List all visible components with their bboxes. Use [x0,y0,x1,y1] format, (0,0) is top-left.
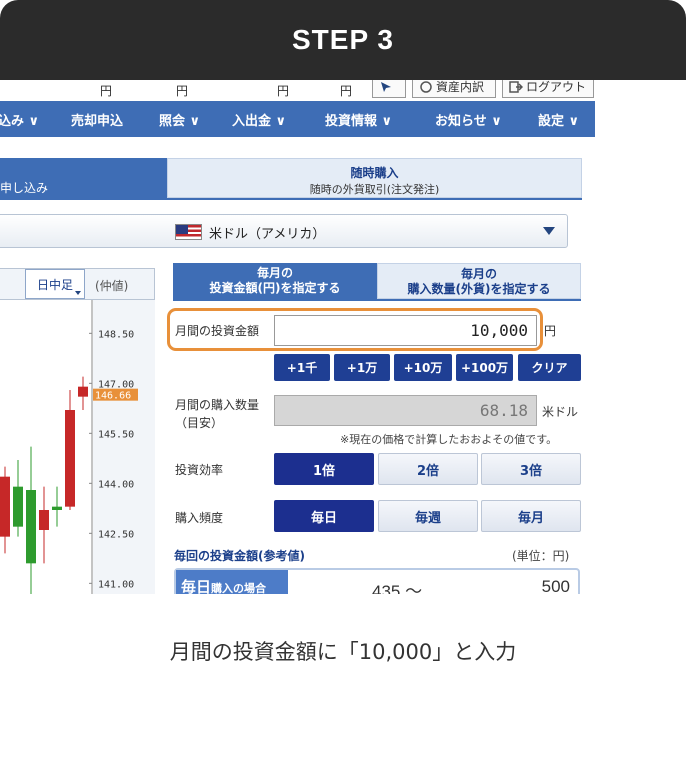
reference-box: 毎日購入の場合 435 〜 500 [174,568,580,594]
chart-plot-bg [0,300,92,594]
chevron-down-icon [75,291,81,295]
chart-tick-label: 144.00 [98,479,134,490]
candle-body [65,410,75,507]
tab-amount-foreign[interactable]: 毎月の 購入数量(外貨)を指定する [377,263,581,299]
reference-label: 毎日購入の場合 [176,570,288,594]
add-10k-button[interactable]: +1万 [334,354,390,381]
chart-tick-label: 141.00 [98,579,134,590]
cursor-icon [381,81,391,92]
candle-body [0,476,10,537]
chevron-down-icon [543,227,555,235]
qty-label: 月間の購入数量 [175,398,260,412]
asset-breakdown-label: 資産内訳 [436,80,485,94]
tab-amount-foreign-line1: 毎月の [460,267,497,281]
price-chart: 148.50147.00145.50144.00142.50141.00146.… [0,300,155,594]
amount-unit: 円 [544,324,557,338]
frequency-monthly-button[interactable]: 毎月 [481,500,581,532]
chart-tick-label: 148.50 [98,329,134,340]
efficiency-label: 投資効率 [175,463,224,477]
chart-header: 日中足 (仲値) [0,268,155,300]
frequency-daily-button[interactable]: 毎日 [274,500,374,532]
reference-title: 毎回の投資金額(参考値) [174,549,305,563]
tab-spot-subtitle: 随時の外貨取引(注文発注) [309,183,440,196]
candle-body [52,506,62,510]
arrow-menu-button[interactable] [372,80,406,98]
chart-axis-bg [93,300,155,594]
currency-select[interactable]: 米ドル（アメリカ） [0,214,568,248]
reference-label-main: 毎日 [181,578,212,594]
candle-body [78,386,88,397]
efficiency-1x-button[interactable]: 1倍 [274,453,374,485]
monthly-amount-input[interactable]: 10,000 [274,315,537,346]
tab-amount-yen-line2: 投資金額(円)を指定する [209,281,341,295]
chart-tick-label: 145.50 [98,429,134,440]
candle-body [39,510,49,530]
logout-button[interactable]: ログアウト [502,80,594,98]
chart-period-label: 日中足 [36,277,73,292]
estimate-note: ※現在の価格で計算したおおよその値です。 [340,433,558,446]
chart-tick-label: 142.50 [98,529,134,540]
yen-label: 円 [277,84,290,98]
frequency-weekly-button[interactable]: 毎週 [378,500,478,532]
tab-amount-yen-line1: 毎月の [256,266,293,280]
amount-tab-underline [173,299,581,301]
step-header: STEP 3 [0,0,686,80]
caption: 月間の投資金額に「10,000」と入力 [169,640,517,664]
add-1k-button[interactable]: +1千 [274,354,330,381]
asset-icon [420,80,432,93]
main-nav: 込み ∨ 売却申込 照会 ∨ 入出金 ∨ 投資情報 ∨ お知らせ ∨ 設定 ∨ [0,101,595,137]
logout-icon [509,80,523,93]
chart-period-select[interactable]: 日中足 [25,269,85,299]
order-tabs: 申し込み 随時購入 随時の外貨取引(注文発注) [0,158,582,198]
nav-item-investment-info[interactable]: 投資情報 ∨ [325,101,392,137]
yen-label: 円 [100,84,113,98]
tab-underline [0,198,582,200]
clear-button[interactable]: クリア [518,354,581,381]
efficiency-3x-button[interactable]: 3倍 [481,453,581,485]
nav-item-settings[interactable]: 設定 ∨ [538,101,579,137]
reference-label-sub: 購入の場合 [211,582,267,594]
logout-label: ログアウト [526,80,587,94]
asset-breakdown-button[interactable]: 資産内訳 [412,80,496,98]
nav-item-apply[interactable]: 込み ∨ [0,101,39,137]
nav-item-sell[interactable]: 売却申込 [71,101,123,137]
candle-body [26,490,36,564]
nav-item-deposit[interactable]: 入出金 ∨ [232,101,286,137]
qty-sublabel: （目安） [175,416,224,430]
nav-item-notices[interactable]: お知らせ ∨ [435,101,502,137]
tab-amount-yen[interactable]: 毎月の 投資金額(円)を指定する [173,263,377,299]
chart-mid-label: (仲値) [95,279,129,293]
add-1m-button[interactable]: +100万 [456,354,513,381]
screenshot-area: 円 円 円 円 資産内訳 ログアウト 込み ∨ 売却申込 照会 ∨ 入出金 ∨ … [0,80,686,594]
amount-mode-tabs: 毎月の 投資金額(円)を指定する 毎月の 購入数量(外貨)を指定する [173,263,581,299]
currency-label: 米ドル（アメリカ） [209,227,326,242]
tab-spot-purchase[interactable]: 随時購入 随時の外貨取引(注文発注) [167,158,582,198]
add-100k-button[interactable]: +10万 [394,354,452,381]
tab-apply[interactable]: 申し込み [0,158,167,198]
yen-label: 円 [340,84,353,98]
us-flag-icon [175,224,202,240]
reference-min: 435 〜 [372,582,423,594]
yen-label: 円 [176,84,189,98]
reference-max: 500 [541,577,570,594]
frequency-label: 購入頻度 [175,511,224,525]
qty-unit: 米ドル [542,405,579,419]
current-price-label: 146.66 [95,391,131,402]
reference-unit: (単位：円) [512,549,570,563]
tab-amount-foreign-line2: 購入数量(外貨)を指定する [407,282,551,296]
tab-apply-label: 申し込み [0,181,49,195]
step-card: STEP 3 円 円 円 円 資産内訳 ログアウト 込み ∨ 売却申込 照会 ∨… [0,0,686,779]
step-title: STEP 3 [292,24,394,55]
candle-body [13,486,23,527]
nav-item-inquiry[interactable]: 照会 ∨ [159,101,200,137]
tab-spot-title: 随時購入 [350,166,399,180]
monthly-qty-field: 68.18 [274,395,537,426]
efficiency-2x-button[interactable]: 2倍 [378,453,478,485]
